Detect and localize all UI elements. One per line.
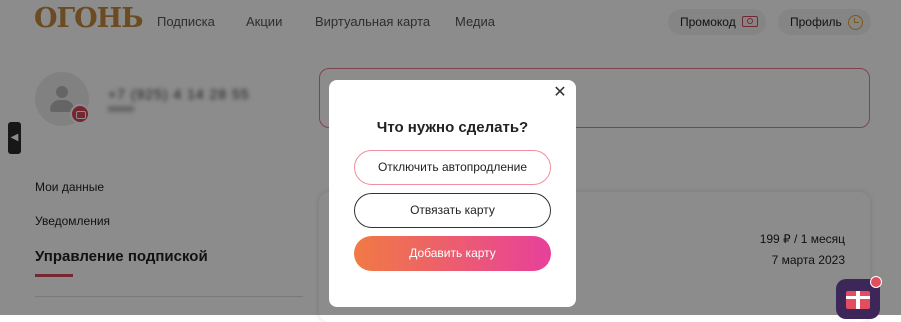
unlink-card-button[interactable]: Отвязать карту — [354, 193, 551, 228]
notification-dot — [870, 276, 882, 288]
action-modal: ✕ Что нужно сделать? Отключить автопродл… — [329, 80, 576, 307]
disable-autorenew-button[interactable]: Отключить автопродление — [354, 150, 551, 185]
add-card-button[interactable]: Добавить карту — [354, 236, 551, 271]
modal-title: Что нужно сделать? — [376, 119, 529, 136]
page: ОГОНЬ Подписка Акции Виртуальная карта М… — [0, 0, 901, 322]
gift-box — [846, 291, 870, 309]
close-icon[interactable]: ✕ — [553, 85, 567, 101]
